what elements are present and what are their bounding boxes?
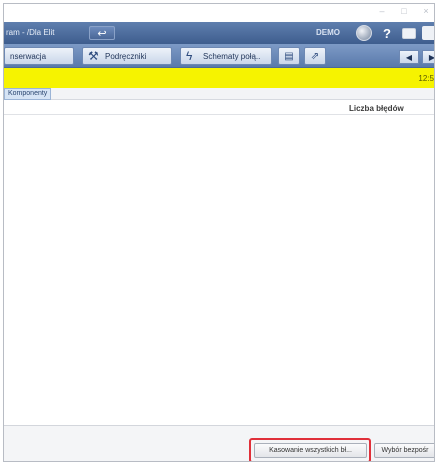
globe-icon — [356, 25, 372, 41]
tab-components-label: Komponenty — [8, 90, 48, 97]
printer-icon — [402, 27, 416, 39]
close-icon[interactable]: × — [420, 6, 432, 16]
window-titlebar: – □ × — [4, 4, 434, 22]
table-header: Liczba błędów — [4, 101, 434, 115]
help-icon: ? — [383, 25, 391, 41]
demo-label: DEMO — [316, 28, 340, 37]
status-time: 12:5 — [418, 74, 434, 83]
tab-manuals-label: Podręczniki — [105, 51, 147, 61]
lightning-icon: ϟ — [186, 49, 193, 63]
reset-all-errors-label: Kasowanie wszystkich bł... — [269, 447, 352, 454]
app-window: – □ × ram - /Dla Elit ↩ DEMO ? nserwacja… — [3, 3, 435, 462]
tab-wiring-diagrams[interactable]: ϟ Schematy połą.. — [180, 47, 272, 65]
minimize-icon[interactable]: – — [376, 6, 388, 16]
window-icon — [422, 26, 434, 40]
app-title: ram - /Dla Elit — [6, 28, 55, 37]
arrow-left-icon: ◀ — [405, 52, 413, 62]
globe-button[interactable] — [354, 24, 374, 42]
app-header: ram - /Dla Elit ↩ DEMO ? — [4, 22, 434, 44]
prev-button[interactable]: ◀ — [399, 50, 419, 64]
direct-select-button[interactable]: Wybór bezpośr — [374, 443, 434, 458]
bottom-action-bar: Kasowanie wszystkich bł... Wybór bezpośr — [4, 425, 434, 461]
tab-conservation[interactable]: nserwacja — [4, 47, 74, 65]
print-button[interactable] — [399, 24, 419, 42]
column-header-error-count[interactable]: Liczba błędów — [349, 104, 404, 113]
document-button[interactable]: ▤ — [278, 47, 300, 65]
help-button[interactable]: ? — [377, 24, 397, 42]
status-bar: 12:5 — [4, 68, 434, 88]
arrow-right-icon: ▶ — [428, 52, 435, 62]
next-button[interactable]: ▶ — [422, 50, 435, 64]
back-arrow-icon: ↩ — [97, 27, 107, 40]
tab-manuals[interactable]: ⚒ Podręczniki — [82, 47, 172, 65]
back-button[interactable]: ↩ — [89, 26, 115, 40]
window-controls: – □ × — [376, 6, 432, 16]
wrench-icon: ⚒ — [88, 49, 99, 63]
window-menu-button[interactable] — [420, 24, 434, 42]
tab-wiring-diagrams-label: Schematy połą.. — [203, 51, 261, 61]
component-tab-strip: Komponenty — [4, 88, 434, 100]
external-link-button[interactable]: ⇗ — [304, 47, 326, 65]
main-toolbar: nserwacja ⚒ Podręczniki ϟ Schematy połą.… — [4, 44, 434, 68]
maximize-icon[interactable]: □ — [398, 6, 410, 16]
reset-all-errors-button[interactable]: Kasowanie wszystkich bł... — [254, 443, 367, 458]
tab-components[interactable]: Komponenty — [4, 88, 52, 100]
components-list — [4, 116, 434, 425]
tab-conservation-label: nserwacja — [10, 51, 47, 61]
external-link-icon: ⇗ — [310, 50, 320, 62]
direct-select-label: Wybór bezpośr — [381, 447, 429, 454]
document-icon: ▤ — [284, 50, 294, 62]
